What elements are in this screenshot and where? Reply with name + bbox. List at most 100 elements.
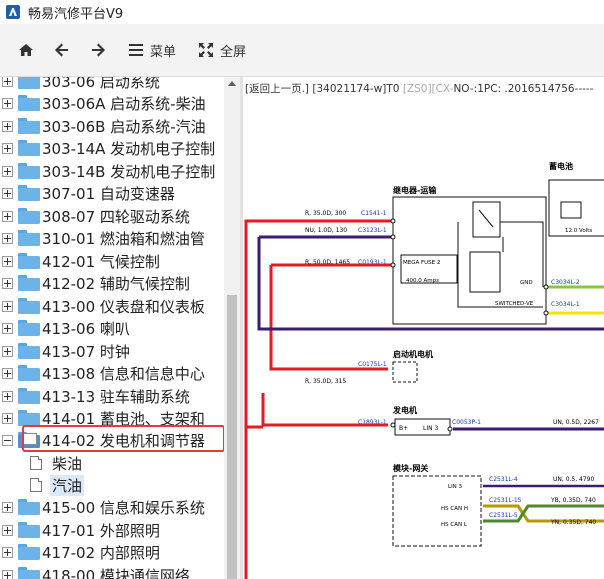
tree-item[interactable]: 412-01 气候控制 bbox=[0, 250, 224, 272]
home-button[interactable] bbox=[18, 35, 34, 65]
scroll-up-icon[interactable] bbox=[228, 81, 236, 86]
forward-button[interactable] bbox=[90, 35, 106, 65]
expand-icon[interactable] bbox=[2, 165, 13, 177]
expand-icon[interactable] bbox=[2, 232, 13, 244]
folder-icon bbox=[18, 230, 40, 246]
folder-icon bbox=[18, 365, 40, 381]
tree-item[interactable]: 413-08 信息和信息中心 bbox=[0, 362, 224, 384]
expand-icon[interactable] bbox=[2, 345, 13, 357]
arrow-right-icon bbox=[92, 43, 105, 57]
svg-text:C0053P-1: C0053P-1 bbox=[452, 419, 481, 426]
tree-item[interactable]: 417-02 内部照明 bbox=[0, 541, 224, 563]
tree-item[interactable]: 308-07 四轮驱动系统 bbox=[0, 205, 224, 227]
svg-text:UN, 0.5, 4790: UN, 0.5, 4790 bbox=[553, 476, 595, 483]
expand-icon[interactable] bbox=[2, 300, 13, 312]
tree-child-gasoline[interactable]: 汽油 bbox=[30, 474, 85, 496]
svg-text:YB, 0.35D, 740: YB, 0.35D, 740 bbox=[550, 497, 596, 504]
document-icon bbox=[30, 456, 42, 470]
fullscreen-icon bbox=[199, 43, 214, 57]
tree-item[interactable]: 418-00 模块通信网络 bbox=[0, 564, 224, 579]
menu-label: 菜单 bbox=[150, 44, 177, 60]
svg-text:LIN 3: LIN 3 bbox=[448, 484, 463, 490]
folder-icon bbox=[18, 567, 40, 579]
expand-icon[interactable] bbox=[2, 412, 13, 424]
tree-item[interactable]: 303-14B 发动机电子控制 bbox=[0, 160, 224, 182]
svg-text:HS CAN H: HS CAN H bbox=[441, 506, 468, 512]
expand-icon[interactable] bbox=[2, 367, 13, 379]
svg-text:12.0 Volts: 12.0 Volts bbox=[565, 228, 592, 234]
svg-text:C1893L-1: C1893L-1 bbox=[358, 419, 387, 426]
battery-label: 蓄电池 bbox=[549, 161, 573, 171]
svg-text:R, 35.0D, 300: R, 35.0D, 300 bbox=[305, 210, 346, 217]
tree-child-diesel[interactable]: 柴油 bbox=[30, 452, 84, 474]
tree-item-expanded[interactable]: 414-02 发电机和调节器 bbox=[0, 429, 224, 451]
starter-label: 启动机电机 bbox=[393, 349, 433, 359]
wire-red-main bbox=[244, 219, 393, 579]
expand-icon[interactable] bbox=[2, 546, 13, 558]
svg-text:C3034L-1: C3034L-1 bbox=[551, 301, 580, 308]
collapse-icon[interactable] bbox=[2, 434, 13, 446]
window-title: 畅易汽修平台V9 bbox=[28, 6, 124, 22]
svg-text:C1541-1: C1541-1 bbox=[361, 210, 387, 217]
back-button[interactable] bbox=[54, 35, 70, 65]
expand-icon[interactable] bbox=[2, 210, 13, 222]
svg-text:R, 50.0D, 1465: R, 50.0D, 1465 bbox=[305, 259, 350, 266]
tree-item[interactable]: 307-01 自动变速器 bbox=[0, 182, 224, 204]
expand-icon[interactable] bbox=[2, 77, 13, 87]
folder-icon bbox=[18, 118, 40, 134]
menu-icon bbox=[129, 44, 143, 56]
svg-text:C0193L-1: C0193L-1 bbox=[358, 259, 387, 266]
folder-icon bbox=[18, 163, 40, 179]
tree-scrollbar[interactable] bbox=[224, 77, 240, 579]
document-icon bbox=[30, 478, 42, 492]
wire-red-starter bbox=[269, 265, 388, 371]
expand-icon[interactable] bbox=[2, 569, 13, 579]
folder-icon bbox=[18, 208, 40, 224]
tree-item[interactable]: 310-01 燃油箱和燃油管 bbox=[0, 227, 224, 249]
tree-item[interactable]: 303-06 启动系统 bbox=[0, 77, 224, 92]
tree-item[interactable]: 413-06 喇叭 bbox=[0, 317, 224, 339]
folder-icon bbox=[18, 343, 40, 359]
expand-icon[interactable] bbox=[2, 255, 13, 267]
folder-icon bbox=[18, 410, 40, 426]
expand-icon[interactable] bbox=[2, 120, 13, 132]
svg-text:C3123L-1: C3123L-1 bbox=[358, 227, 387, 234]
folder-icon bbox=[18, 140, 40, 156]
wiring-diagram: [返回上一页.] [34021174-w]T0 [ZS0][CX-NO-:1PC… bbox=[243, 77, 604, 579]
folder-icon bbox=[18, 185, 40, 201]
tree-item[interactable]: 413-13 驻车辅助系统 bbox=[0, 385, 224, 407]
expand-icon[interactable] bbox=[2, 142, 13, 154]
folder-icon bbox=[18, 499, 40, 515]
tree-item[interactable]: 412-02 辅助气候控制 bbox=[0, 272, 224, 294]
tree-item[interactable]: 413-07 时钟 bbox=[0, 340, 224, 362]
expand-icon[interactable] bbox=[2, 524, 13, 536]
scroll-thumb[interactable] bbox=[227, 295, 237, 579]
folder-icon bbox=[18, 522, 40, 538]
expand-icon[interactable] bbox=[2, 501, 13, 513]
expand-icon[interactable] bbox=[2, 322, 13, 334]
tree-item[interactable]: 303-06A 启动系统-柴油 bbox=[0, 92, 224, 114]
expand-icon[interactable] bbox=[2, 277, 13, 289]
expand-icon[interactable] bbox=[2, 187, 13, 199]
app-logo-icon bbox=[6, 5, 20, 19]
svg-text:C0175L-1: C0175L-1 bbox=[358, 361, 387, 368]
expand-icon[interactable] bbox=[2, 97, 13, 109]
menu-button[interactable]: 菜单 bbox=[128, 35, 176, 65]
diagram-canvas: 继电器-运输 MEGA FUSE 2 400.0 Amps GND SWITCH… bbox=[244, 161, 604, 579]
svg-text:400.0 Amps: 400.0 Amps bbox=[406, 278, 439, 284]
generator-label: 发电机 bbox=[392, 405, 417, 415]
svg-text:B+: B+ bbox=[399, 425, 408, 432]
tree-item[interactable]: 303-06B 启动系统-汽油 bbox=[0, 115, 224, 137]
tree-item[interactable]: 413-00 仪表盘和仪表板 bbox=[0, 295, 224, 317]
fullscreen-button[interactable]: 全屏 bbox=[198, 35, 246, 65]
tree-item[interactable]: 303-14A 发动机电子控制 bbox=[0, 137, 224, 159]
category-tree: 303-06 启动系统 303-06A 启动系统-柴油 303-06B 启动系统… bbox=[0, 77, 224, 579]
tree-item[interactable]: 415-00 信息和娱乐系统 bbox=[0, 496, 224, 518]
expand-icon[interactable] bbox=[2, 390, 13, 402]
folder-icon bbox=[18, 95, 40, 111]
svg-text:SWITCHED-VE: SWITCHED-VE bbox=[495, 301, 534, 307]
arrow-left-icon bbox=[55, 43, 68, 57]
tree-item[interactable]: 417-01 外部照明 bbox=[0, 519, 224, 541]
fullscreen-label: 全屏 bbox=[220, 44, 247, 60]
tree-item[interactable]: 414-01 蓄电池、支架和 bbox=[0, 407, 224, 429]
